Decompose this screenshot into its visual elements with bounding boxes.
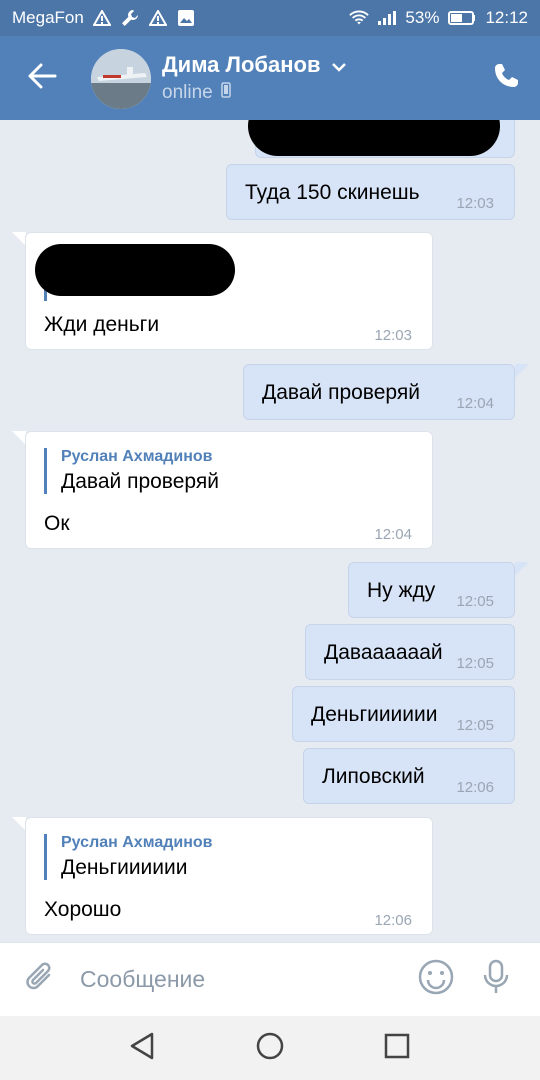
circle-home-icon xyxy=(255,1031,285,1066)
reply-quote: Руслан Ахмадинов Деньгииииии xyxy=(44,834,212,880)
message-time: 12:04 xyxy=(374,526,412,543)
call-button[interactable] xyxy=(486,58,526,98)
nav-back-button[interactable] xyxy=(113,1018,173,1078)
bubble-tail xyxy=(12,817,26,831)
system-nav-bar xyxy=(0,1016,540,1080)
message-text: Туда 150 скинешь xyxy=(245,181,420,204)
carrier-label: MegaFon xyxy=(12,8,84,27)
message-text: Липовский xyxy=(322,765,425,788)
message-text: Ну жду xyxy=(367,579,436,602)
wrench-icon xyxy=(120,8,140,28)
message-bubble-in[interactable]: Руслан Ахмадинов Деньгииииии Хорошо 12:0… xyxy=(25,817,433,935)
message-time: 12:06 xyxy=(456,779,494,796)
triangle-back-icon xyxy=(128,1031,158,1066)
microphone-icon xyxy=(481,959,511,1000)
battery-percent: 53% xyxy=(405,8,440,27)
message-time: 12:04 xyxy=(456,395,494,412)
emoji-button[interactable] xyxy=(406,943,466,1017)
square-recent-icon xyxy=(382,1031,412,1066)
online-status: online xyxy=(162,82,213,103)
message-composer xyxy=(0,942,540,1017)
mobile-device-icon xyxy=(220,82,231,104)
bubble-tail xyxy=(515,562,529,576)
wifi-icon xyxy=(349,8,370,28)
reply-quote: Руслан Ахмадинов Давай проверяй xyxy=(44,448,219,494)
signal-icon xyxy=(377,8,397,28)
chat-header: Дима Лобанов online xyxy=(0,36,540,120)
reply-text: Давай проверяй xyxy=(61,470,219,493)
reply-author: Руслан Ахмадинов xyxy=(61,834,213,851)
message-time: 12:05 xyxy=(456,717,494,734)
message-time: 12:06 xyxy=(374,912,412,929)
back-button[interactable] xyxy=(0,36,84,120)
reply-author: Руслан Ахмадинов xyxy=(61,448,213,465)
voice-record-button[interactable] xyxy=(466,943,526,1017)
reply-text: Деньгииииии xyxy=(61,856,188,879)
redaction xyxy=(35,244,235,296)
message-text: Деньгииииии xyxy=(311,703,438,726)
smiley-icon xyxy=(418,959,454,1000)
bubble-tail xyxy=(12,431,26,445)
warning-icon xyxy=(92,8,112,28)
attach-button[interactable] xyxy=(0,943,80,1017)
chevron-down-icon[interactable] xyxy=(331,59,347,77)
battery-icon xyxy=(447,8,477,28)
arrow-left-icon xyxy=(27,63,57,94)
redaction xyxy=(248,120,500,156)
nav-recent-button[interactable] xyxy=(367,1018,427,1078)
message-bubble-out[interactable]: Туда 150 скинешь 12:03 xyxy=(226,164,515,220)
message-time: 12:05 xyxy=(456,593,494,610)
image-icon xyxy=(176,8,196,28)
contact-name[interactable]: Дима Лобанов xyxy=(162,52,320,78)
message-text: Жди деньги xyxy=(44,313,160,336)
message-text: Хорошо xyxy=(44,898,122,921)
message-time: 12:03 xyxy=(374,327,412,344)
paperclip-icon xyxy=(25,960,55,999)
message-time: 12:05 xyxy=(456,655,494,672)
message-text: Ок xyxy=(44,512,70,535)
avatar[interactable] xyxy=(91,49,151,109)
bubble-tail xyxy=(515,364,529,378)
message-time: 12:03 xyxy=(456,195,494,212)
message-bubble-out[interactable]: Даваааааай 12:05 xyxy=(305,624,515,680)
nav-home-button[interactable] xyxy=(240,1018,300,1078)
phone-icon xyxy=(492,62,520,95)
message-bubble-out[interactable]: Липовский 12:06 xyxy=(303,748,515,804)
message-bubble-out[interactable]: Ну жду 12:05 xyxy=(348,562,515,618)
message-input[interactable] xyxy=(80,942,406,1017)
bubble-tail xyxy=(12,232,26,246)
message-bubble-in[interactable]: Руслан Ахмадинов Давай проверяй Ок 12:04 xyxy=(25,431,433,549)
message-text: Даваааааай xyxy=(324,641,443,664)
clock: 12:12 xyxy=(485,8,528,27)
warning-icon xyxy=(148,8,168,28)
message-bubble-out[interactable]: Давай проверяй 12:04 xyxy=(243,364,515,420)
message-text: Давай проверяй xyxy=(262,381,420,404)
status-bar: MegaFon 53% 12:12 xyxy=(0,0,540,36)
message-bubble-out[interactable]: Деньгииииии 12:05 xyxy=(292,686,515,742)
message-list[interactable]: Туда 150 скинешь 12:03 Жди деньги 12:03 … xyxy=(0,120,540,942)
